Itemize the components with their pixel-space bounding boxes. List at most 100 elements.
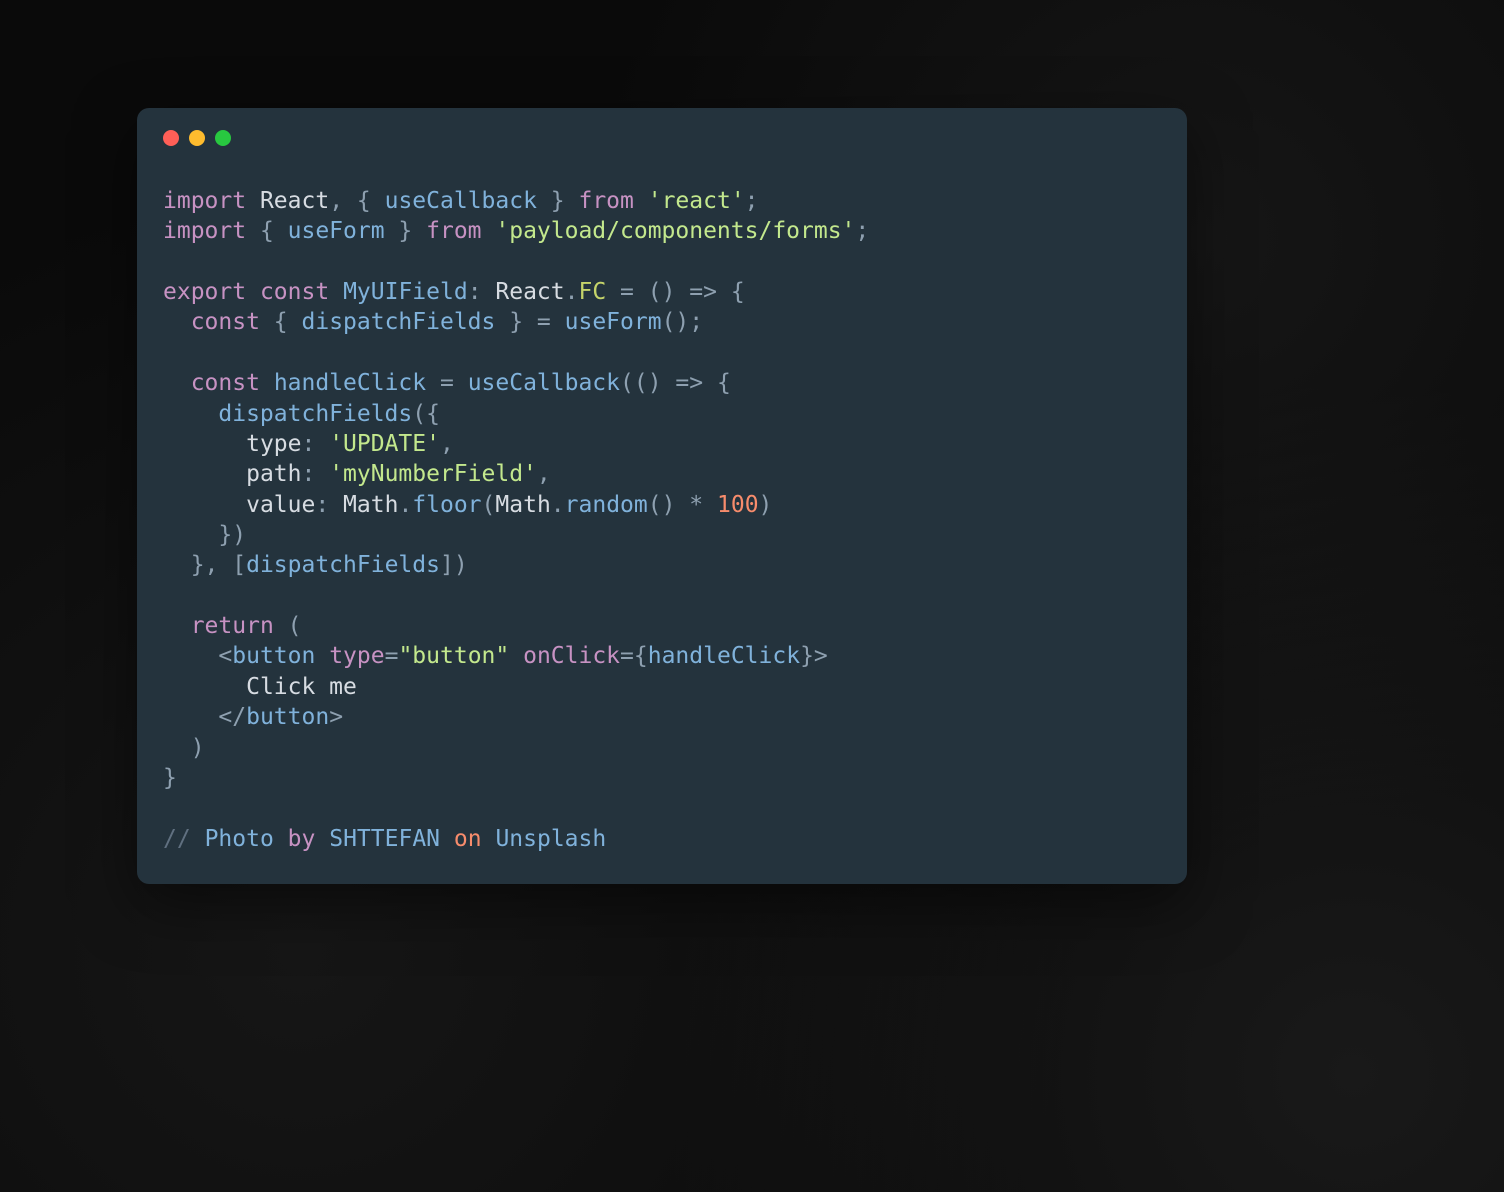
keyword-from: from [426, 218, 481, 244]
indent [163, 552, 191, 578]
close-icon[interactable] [163, 130, 179, 146]
code-block: import React, { useCallback } from 'reac… [163, 186, 1161, 854]
code-window: import React, { useCallback } from 'reac… [137, 108, 1187, 884]
indent [163, 613, 191, 639]
keyword-const: const [191, 370, 260, 396]
eq-brace: ={ [620, 643, 648, 669]
close-arr: ]) [440, 552, 468, 578]
identifier-dispatchfields: dispatchFields [302, 309, 496, 335]
semicolon: ; [745, 188, 759, 214]
brace: } [537, 188, 579, 214]
identifier-handleclick: handleClick [648, 643, 800, 669]
indent [163, 492, 246, 518]
indent [163, 309, 191, 335]
comment-by: by [288, 826, 316, 852]
comma: , [329, 188, 343, 214]
close-obj: }) [218, 522, 246, 548]
dot: . [398, 492, 412, 518]
jsx-close: > [329, 704, 343, 730]
eq: = [426, 370, 468, 396]
string-react: 'react' [648, 188, 745, 214]
dot: . [551, 492, 565, 518]
string-payload: 'payload/components/forms' [495, 218, 855, 244]
open-paren: ( [274, 613, 302, 639]
jsx-text-clickme: Click me [246, 674, 357, 700]
indent [163, 704, 218, 730]
jsx-close-open: </ [218, 704, 246, 730]
indent [163, 643, 218, 669]
indent [163, 674, 246, 700]
space [440, 826, 454, 852]
prop-type: type [246, 431, 301, 457]
keyword-import: import [163, 188, 246, 214]
comment-author: SHTTEFAN [329, 826, 440, 852]
semicolon: ; [855, 218, 869, 244]
identifier-math: Math [495, 492, 550, 518]
dot: . [565, 279, 579, 305]
identifier-handleclick: handleClick [274, 370, 426, 396]
space [509, 643, 523, 669]
fn-usecallback: useCallback [468, 370, 620, 396]
colon: : [315, 492, 343, 518]
comment-photo: Photo [205, 826, 274, 852]
colon: : [301, 431, 329, 457]
space [260, 370, 274, 396]
close-paren: ) [191, 735, 205, 761]
indent [163, 735, 191, 761]
keyword-import: import [163, 218, 246, 244]
indent [163, 522, 218, 548]
arrow-fn: = () => { [606, 279, 744, 305]
fn-random: random [565, 492, 648, 518]
identifier-myuifield: MyUIField [343, 279, 468, 305]
comment-on: on [454, 826, 482, 852]
minimize-icon[interactable] [189, 130, 205, 146]
arrow-open: (() => { [620, 370, 731, 396]
brace: { [260, 309, 302, 335]
prop-path: path [246, 461, 301, 487]
colon: : [468, 279, 496, 305]
fn-useform: useForm [565, 309, 662, 335]
keyword-const: const [191, 309, 260, 335]
fn-dispatchfields: dispatchFields [218, 401, 412, 427]
space [274, 826, 288, 852]
space [482, 826, 496, 852]
space [315, 826, 329, 852]
colon: : [301, 461, 329, 487]
call: (); [662, 309, 704, 335]
eq: = [385, 643, 399, 669]
prop-value: value [246, 492, 315, 518]
call-mult: () * [648, 492, 717, 518]
keyword-return: return [191, 613, 274, 639]
indent [163, 461, 246, 487]
jsx-attr-onclick: onClick [523, 643, 620, 669]
string-button: "button" [398, 643, 509, 669]
comment-slashes: // [163, 826, 191, 852]
space [315, 643, 329, 669]
brace: { [246, 218, 288, 244]
indent [163, 431, 246, 457]
identifier-usecallback: useCallback [385, 188, 537, 214]
identifier-react: React [260, 188, 329, 214]
close-brace: } [163, 765, 177, 791]
comment-unsplash: Unsplash [495, 826, 606, 852]
jsx-attr-type: type [329, 643, 384, 669]
indent [163, 401, 218, 427]
jsx-tag-button: button [232, 643, 315, 669]
keyword-export: export [163, 279, 246, 305]
traffic-lights [163, 130, 1161, 146]
type-fc: FC [579, 279, 607, 305]
jsx-open: < [218, 643, 232, 669]
comma: , [440, 431, 454, 457]
brace: { [343, 188, 385, 214]
keyword-const: const [260, 279, 329, 305]
string-update: 'UPDATE' [329, 431, 440, 457]
type-react: React [495, 279, 564, 305]
identifier-dispatchfields: dispatchFields [246, 552, 440, 578]
comma: , [537, 461, 551, 487]
rparen: ) [759, 492, 773, 518]
maximize-icon[interactable] [215, 130, 231, 146]
space [191, 826, 205, 852]
open-obj: ({ [412, 401, 440, 427]
lparen: ( [482, 492, 496, 518]
close-fn: }, [ [191, 552, 246, 578]
